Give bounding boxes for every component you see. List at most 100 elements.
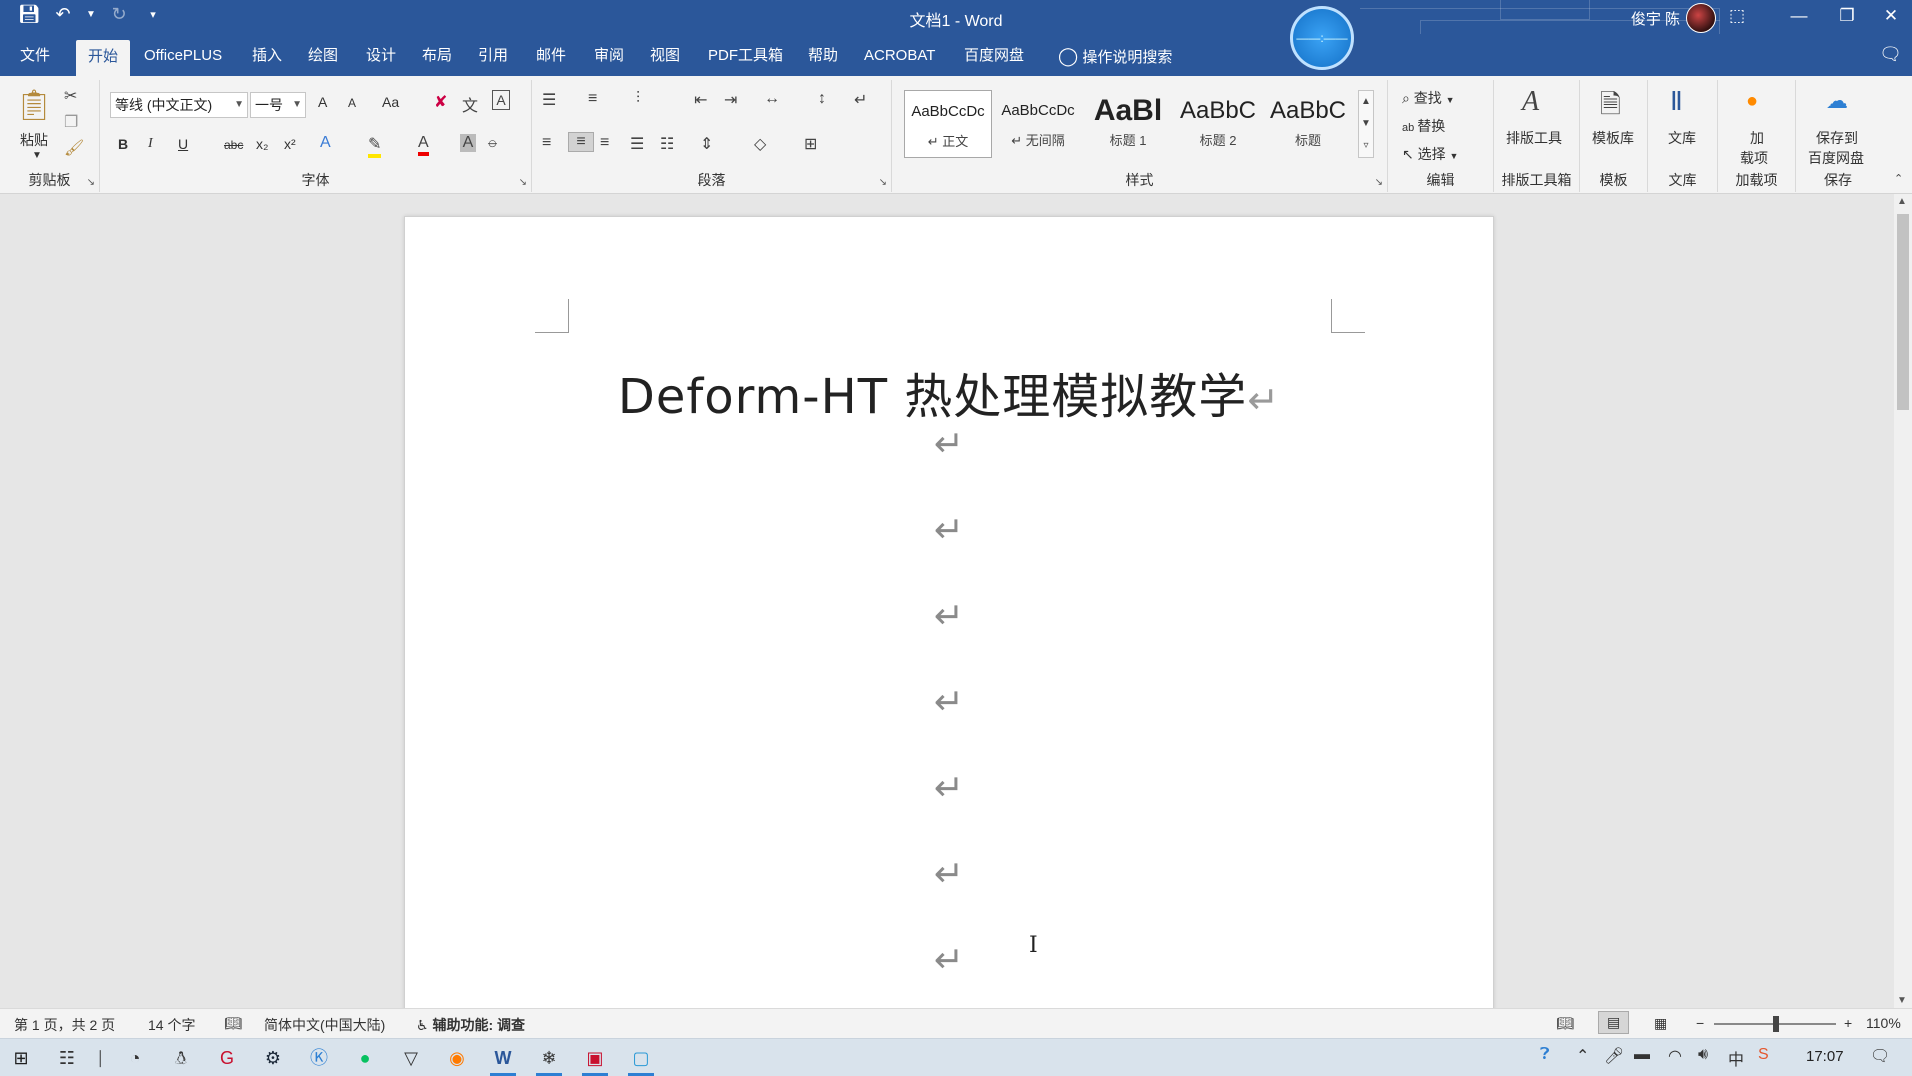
- justify-icon[interactable]: ☰: [630, 134, 644, 154]
- clear-format-icon[interactable]: ✘: [434, 92, 447, 112]
- tab-references[interactable]: 引用: [466, 34, 520, 76]
- style-title[interactable]: AaBbC 标题: [1264, 90, 1352, 158]
- line-spacing-icon[interactable]: ⇕: [700, 134, 713, 154]
- addins-button-line2[interactable]: 载项: [1740, 148, 1768, 168]
- web-layout-icon[interactable]: ▦: [1654, 1015, 1667, 1032]
- tab-home[interactable]: 开始: [76, 40, 131, 76]
- numbering-icon[interactable]: ≡: [588, 90, 597, 108]
- g-app-icon[interactable]: G: [212, 1043, 242, 1073]
- tab-baidu-netdisk[interactable]: 百度网盘: [952, 34, 1036, 76]
- paste-icon[interactable]: 📋︎: [14, 88, 54, 124]
- wifi-icon[interactable]: ◠: [1668, 1046, 1682, 1066]
- shrink-font-button[interactable]: A: [348, 96, 356, 110]
- distributed-icon[interactable]: ☷: [660, 134, 674, 154]
- scroll-thumb[interactable]: [1897, 214, 1909, 410]
- align-left-icon[interactable]: ≡: [542, 134, 551, 152]
- layout-tool-button[interactable]: 排版工具: [1506, 128, 1562, 148]
- layout-tool-icon[interactable]: A: [1522, 86, 1539, 118]
- tab-acrobat[interactable]: ACROBAT: [852, 34, 947, 76]
- italic-button[interactable]: I: [148, 136, 153, 152]
- underline-button[interactable]: U: [178, 136, 188, 152]
- accessibility-status[interactable]: ♿︎ 辅助功能: 调查: [416, 1015, 525, 1035]
- firefox-icon[interactable]: ◉: [442, 1043, 472, 1073]
- floating-clock-widget[interactable]: ——:——: [1290, 6, 1354, 70]
- font-size-combo[interactable]: 一号 ▼: [250, 92, 306, 118]
- task-view-icon[interactable]: ☷: [52, 1043, 82, 1073]
- chinese-layout-icon[interactable]: ↔: [764, 90, 780, 108]
- style-heading-1[interactable]: AaBl 标题 1: [1084, 90, 1172, 158]
- tab-file[interactable]: 文件: [8, 34, 62, 76]
- ribbon-display-icon[interactable]: ⬚: [1708, 0, 1766, 34]
- paragraph-launcher-icon[interactable]: ↘: [879, 177, 887, 188]
- k-app-icon[interactable]: Ⓚ: [304, 1043, 334, 1073]
- read-mode-icon[interactable]: 📖︎: [1556, 1015, 1574, 1032]
- ime-indicator[interactable]: 中: [1728, 1046, 1744, 1070]
- decrease-indent-icon[interactable]: ⇤: [694, 90, 707, 110]
- user-name[interactable]: 俊宇 陈: [1631, 8, 1680, 29]
- start-icon[interactable]: ⊞: [6, 1043, 36, 1073]
- tab-design[interactable]: 设计: [354, 34, 408, 76]
- save-to-baidu-line1[interactable]: 保存到: [1816, 128, 1858, 148]
- paste-dropdown-icon[interactable]: ▼: [32, 150, 42, 161]
- deform-icon[interactable]: ❄: [534, 1043, 564, 1076]
- zoom-slider-thumb[interactable]: [1773, 1016, 1779, 1032]
- vertical-scrollbar[interactable]: ▲ ▼: [1894, 194, 1912, 1008]
- steam-icon[interactable]: ⚙: [258, 1043, 288, 1073]
- addins-button-line1[interactable]: 加: [1750, 128, 1764, 148]
- align-right-icon[interactable]: ≡: [600, 134, 609, 152]
- clipboard-launcher-icon[interactable]: ↘: [87, 177, 95, 188]
- styles-launcher-icon[interactable]: ↘: [1375, 177, 1383, 188]
- select-button[interactable]: ↖ 选择 ▼: [1402, 144, 1458, 164]
- zoom-level[interactable]: 110%: [1866, 1015, 1901, 1031]
- char-shading-icon[interactable]: A: [460, 134, 476, 152]
- system-clock[interactable]: 17:07: [1806, 1048, 1844, 1065]
- find-button[interactable]: ⌕ 查找 ▼: [1402, 88, 1455, 108]
- template-library-button[interactable]: 模板库: [1592, 128, 1634, 148]
- template-icon[interactable]: 🗎︎: [1600, 86, 1621, 130]
- scroll-up-icon[interactable]: ▲: [1897, 196, 1907, 207]
- font-launcher-icon[interactable]: ↘: [519, 177, 527, 188]
- subscript-button[interactable]: x₂: [256, 136, 268, 152]
- tab-draw[interactable]: 绘图: [296, 34, 350, 76]
- increase-indent-icon[interactable]: ⇥: [724, 90, 737, 110]
- battery-icon[interactable]: ▬: [1634, 1046, 1650, 1064]
- tab-mailings[interactable]: 邮件: [524, 34, 578, 76]
- align-center-icon[interactable]: ≡: [568, 132, 594, 152]
- style-no-spacing[interactable]: AaBbCcDc ↵ 无间隔: [994, 90, 1082, 158]
- format-painter-icon[interactable]: 🖌︎: [64, 138, 84, 158]
- bullets-icon[interactable]: ☰: [542, 90, 556, 110]
- tab-pdf-toolbox[interactable]: PDF工具箱: [696, 34, 795, 76]
- print-layout-icon[interactable]: ▤: [1598, 1011, 1630, 1034]
- show-marks-icon[interactable]: ↵: [854, 90, 867, 110]
- phonetic-guide-icon[interactable]: 文: [462, 92, 478, 116]
- library-button[interactable]: 文库: [1668, 128, 1696, 148]
- wechat-icon[interactable]: ●: [350, 1043, 380, 1073]
- collapse-ribbon-icon[interactable]: ⌃: [1894, 172, 1903, 185]
- qq-icon[interactable]: 🐧︎: [166, 1043, 196, 1073]
- volume-icon[interactable]: 🔊︎: [1698, 1046, 1708, 1064]
- microphone-icon[interactable]: 🎤︎: [1604, 1046, 1624, 1066]
- tab-review[interactable]: 审阅: [582, 34, 636, 76]
- paste-button[interactable]: 粘贴: [20, 130, 48, 150]
- vpn-icon[interactable]: ▽: [396, 1043, 426, 1073]
- tab-help[interactable]: 帮助: [796, 34, 850, 76]
- zoom-in-button[interactable]: +: [1844, 1015, 1852, 1031]
- scroll-down-icon[interactable]: ▼: [1897, 995, 1907, 1006]
- cut-icon[interactable]: ✂: [64, 86, 77, 106]
- superscript-button[interactable]: x²: [284, 136, 296, 152]
- style-heading-2[interactable]: AaBbC 标题 2: [1174, 90, 1262, 158]
- tell-me-search[interactable]: ◯ 操作说明搜索: [1046, 34, 1184, 76]
- comments-icon[interactable]: 🗨︎: [1879, 44, 1902, 65]
- strikethrough-button[interactable]: abc: [224, 138, 243, 152]
- grow-font-button[interactable]: A: [318, 94, 327, 110]
- word-count[interactable]: 14 个字: [148, 1015, 195, 1035]
- bold-button[interactable]: B: [118, 136, 128, 152]
- sort-icon[interactable]: ↕: [818, 90, 826, 108]
- save-to-baidu-line2[interactable]: 百度网盘: [1808, 148, 1864, 168]
- tab-officeplus[interactable]: OfficePLUS: [132, 34, 234, 76]
- window-icon[interactable]: ▢: [626, 1043, 656, 1076]
- change-case-button[interactable]: Aa: [382, 94, 399, 110]
- tab-insert[interactable]: 插入: [240, 34, 294, 76]
- tab-view[interactable]: 视图: [638, 34, 692, 76]
- screen-recorder-icon[interactable]: ▣: [580, 1043, 610, 1076]
